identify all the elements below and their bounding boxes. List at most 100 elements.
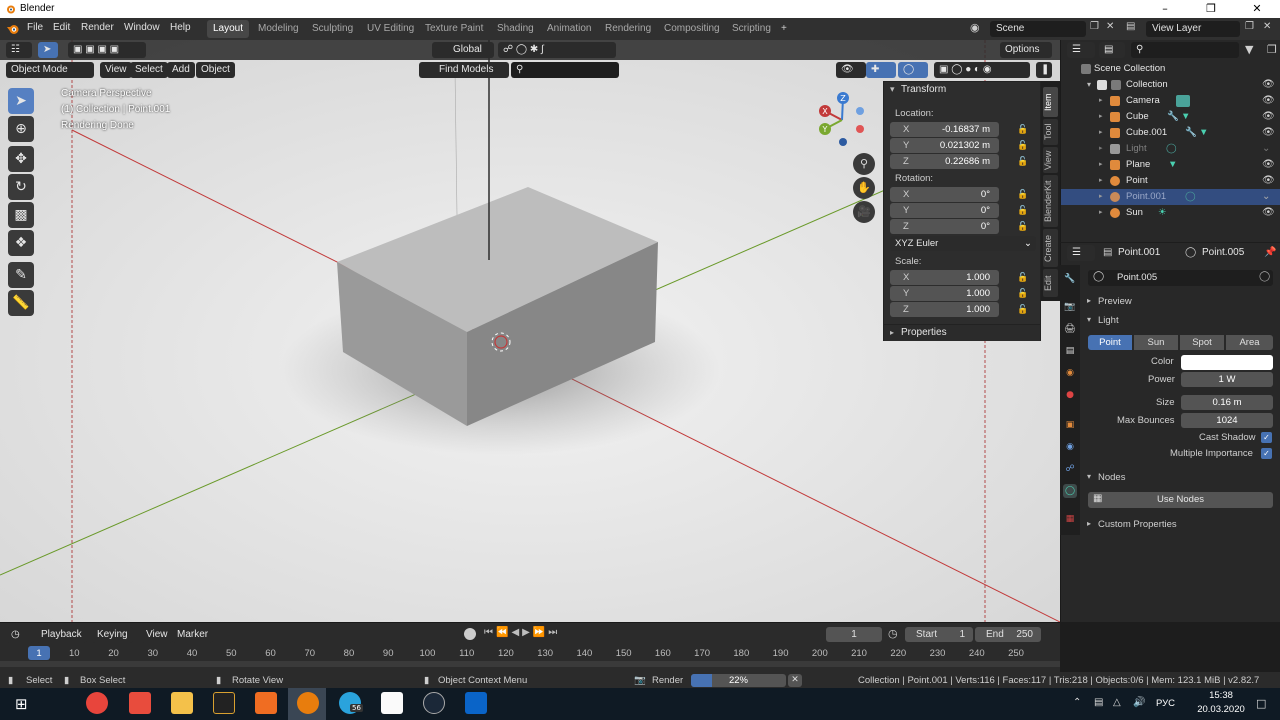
pin-icon[interactable]: 📌	[1264, 247, 1276, 258]
keying-menu[interactable]: Keying	[92, 627, 133, 643]
app-icon[interactable]	[129, 692, 151, 714]
delete-view-layer-icon[interactable]: ✕	[1263, 21, 1271, 32]
lock-icon[interactable]: 🔓	[1017, 125, 1028, 135]
scale-x-field[interactable]: X 1.000	[890, 270, 999, 285]
new-collection-icon[interactable]: ❐	[1267, 43, 1277, 56]
scene-selector[interactable]: Scene	[990, 21, 1086, 37]
scale-z-field[interactable]: Z 1.000	[890, 302, 999, 317]
light-data-tab-icon[interactable]: ◯	[1063, 484, 1077, 498]
chrome-icon[interactable]	[86, 692, 108, 714]
light-color-swatch[interactable]	[1181, 355, 1273, 370]
lock-icon[interactable]: 🔓	[1017, 273, 1028, 283]
view-layer-selector[interactable]: View Layer	[1146, 21, 1240, 37]
move-tool[interactable]: ✥	[8, 146, 34, 172]
camera-view-icon[interactable]: 🎥	[853, 201, 875, 223]
tab-edit[interactable]: Edit	[1043, 269, 1058, 297]
location-z-field[interactable]: Z 0.22686 m	[890, 154, 999, 169]
volume-icon[interactable]: 🔊	[1133, 697, 1145, 708]
light-type-spot[interactable]: Spot	[1180, 335, 1224, 350]
tab-scripting[interactable]: Scripting	[726, 20, 777, 38]
zoom-icon[interactable]: ⚲	[853, 153, 875, 175]
rotation-x-field[interactable]: X 0°	[890, 187, 999, 202]
clock-icon[interactable]: ◷	[888, 627, 898, 640]
visibility-dropdown[interactable]: 👁	[836, 62, 866, 78]
tab-tool[interactable]: Tool	[1043, 119, 1058, 145]
transform-orientation-dropdown[interactable]: Global	[432, 42, 494, 58]
marker-menu[interactable]: Marker	[172, 627, 214, 643]
transform-title[interactable]: Transform	[901, 84, 946, 95]
nodes-section[interactable]: Nodes	[1098, 472, 1125, 483]
tab-compositing[interactable]: Compositing	[658, 20, 726, 38]
menu-file[interactable]: File	[27, 22, 43, 33]
mode-dropdown[interactable]: Object Mode	[6, 62, 94, 78]
record-button[interactable]	[464, 628, 476, 640]
menu-render[interactable]: Render	[81, 22, 114, 33]
scale-tool[interactable]: ▩	[8, 202, 34, 228]
eye-closed-icon[interactable]: ⌄	[1262, 189, 1270, 205]
rotation-y-field[interactable]: Y 0°	[890, 203, 999, 218]
playback-menu[interactable]: Playback	[36, 627, 87, 643]
clock-time[interactable]: 15:38	[1199, 690, 1243, 701]
outliner-row-collection[interactable]: ▾ Collection 👁	[1061, 77, 1280, 93]
menu-help[interactable]: Help	[170, 22, 191, 33]
add-menu[interactable]: Add	[167, 62, 195, 78]
lock-icon[interactable]: 🔓	[1017, 206, 1028, 216]
gizmo-toggle[interactable]: ✚	[866, 62, 896, 78]
rotate-tool[interactable]: ↻	[8, 174, 34, 200]
menu-edit[interactable]: Edit	[53, 22, 70, 33]
maximize-button[interactable]: ❐	[1188, 1, 1234, 17]
filter-icon[interactable]: ▼	[1245, 43, 1253, 56]
clock-date[interactable]: 20.03.2020	[1195, 704, 1247, 715]
light-section[interactable]: Light	[1098, 315, 1119, 326]
input-language[interactable]: РУС	[1156, 698, 1175, 709]
timeline-editor-type-icon[interactable]: ◷	[6, 627, 34, 643]
tab-texture-paint[interactable]: Texture Paint	[419, 20, 489, 38]
select-menu[interactable]: Select	[130, 62, 168, 78]
lock-icon[interactable]: 🔓	[1017, 289, 1028, 299]
eye-icon[interactable]: 👁	[1262, 125, 1275, 141]
editor-type-icon[interactable]: ☷	[6, 42, 32, 58]
custom-properties-section[interactable]: Custom Properties	[1098, 519, 1177, 530]
location-y-field[interactable]: Y 0.021302 m	[890, 138, 999, 153]
network-icon[interactable]: ▤	[1094, 697, 1103, 708]
texture-tab-icon[interactable]: ▦	[1063, 512, 1077, 526]
view-layer-tab-icon[interactable]: ▤	[1063, 344, 1077, 358]
toggle-sidebar-icon[interactable]: ❚	[1036, 62, 1052, 78]
current-frame-field[interactable]: 1	[826, 627, 882, 642]
app-icon[interactable]	[381, 692, 403, 714]
light-datablock-selector[interactable]: ◯ Point.005 ◯	[1088, 270, 1273, 286]
max-bounces-field[interactable]: 1024	[1181, 413, 1273, 428]
tab-create[interactable]: Create	[1043, 229, 1058, 267]
new-scene-icon[interactable]: ❐	[1090, 21, 1099, 32]
tab-uv-editing[interactable]: UV Editing	[361, 20, 420, 38]
checkbox-icon[interactable]	[1097, 80, 1107, 90]
start-frame-field[interactable]: Start 1	[905, 627, 973, 642]
tool-tab-icon[interactable]: 🔧	[1063, 272, 1077, 286]
physics-tab-icon[interactable]: ◉	[1063, 440, 1077, 454]
minimize-button[interactable]: –	[1142, 1, 1188, 17]
tab-sculpting[interactable]: Sculpting	[306, 20, 359, 38]
timeline-scrollbar[interactable]	[0, 661, 1060, 667]
blender-taskbar-icon[interactable]	[297, 692, 319, 714]
options-dropdown[interactable]: Options	[1000, 42, 1052, 58]
outlook-icon[interactable]	[465, 692, 487, 714]
new-view-layer-icon[interactable]: ❐	[1245, 21, 1254, 32]
properties-panel-header[interactable]: ▸ Properties	[884, 324, 1040, 341]
display-mode-icon[interactable]: ▤	[1099, 42, 1125, 58]
fake-user-icon[interactable]: ◯	[1259, 271, 1270, 282]
end-frame-field[interactable]: End 250	[975, 627, 1041, 642]
view-menu[interactable]: View	[100, 62, 132, 78]
tab-shading[interactable]: Shading	[491, 20, 540, 38]
light-type-sun[interactable]: Sun	[1134, 335, 1178, 350]
cursor-tool[interactable]: ⊕	[8, 116, 34, 142]
rotation-z-field[interactable]: Z 0°	[890, 219, 999, 234]
outliner-row-sun[interactable]: ▸ Sun ☀ 👁	[1061, 205, 1280, 221]
outliner-row-light[interactable]: ▸ Light ◯ ⌄	[1061, 141, 1280, 157]
find-models-dropdown[interactable]: Find Models	[419, 62, 509, 78]
power-field[interactable]: 1 W	[1181, 372, 1273, 387]
outliner-row-camera[interactable]: ▸ Camera 👁	[1061, 93, 1280, 109]
eye-closed-icon[interactable]: ⌄	[1262, 141, 1270, 157]
file-explorer-icon[interactable]	[171, 692, 193, 714]
close-window-button[interactable]: ✕	[1234, 1, 1280, 17]
outliner-editor-type-icon[interactable]: ☰	[1067, 42, 1095, 58]
